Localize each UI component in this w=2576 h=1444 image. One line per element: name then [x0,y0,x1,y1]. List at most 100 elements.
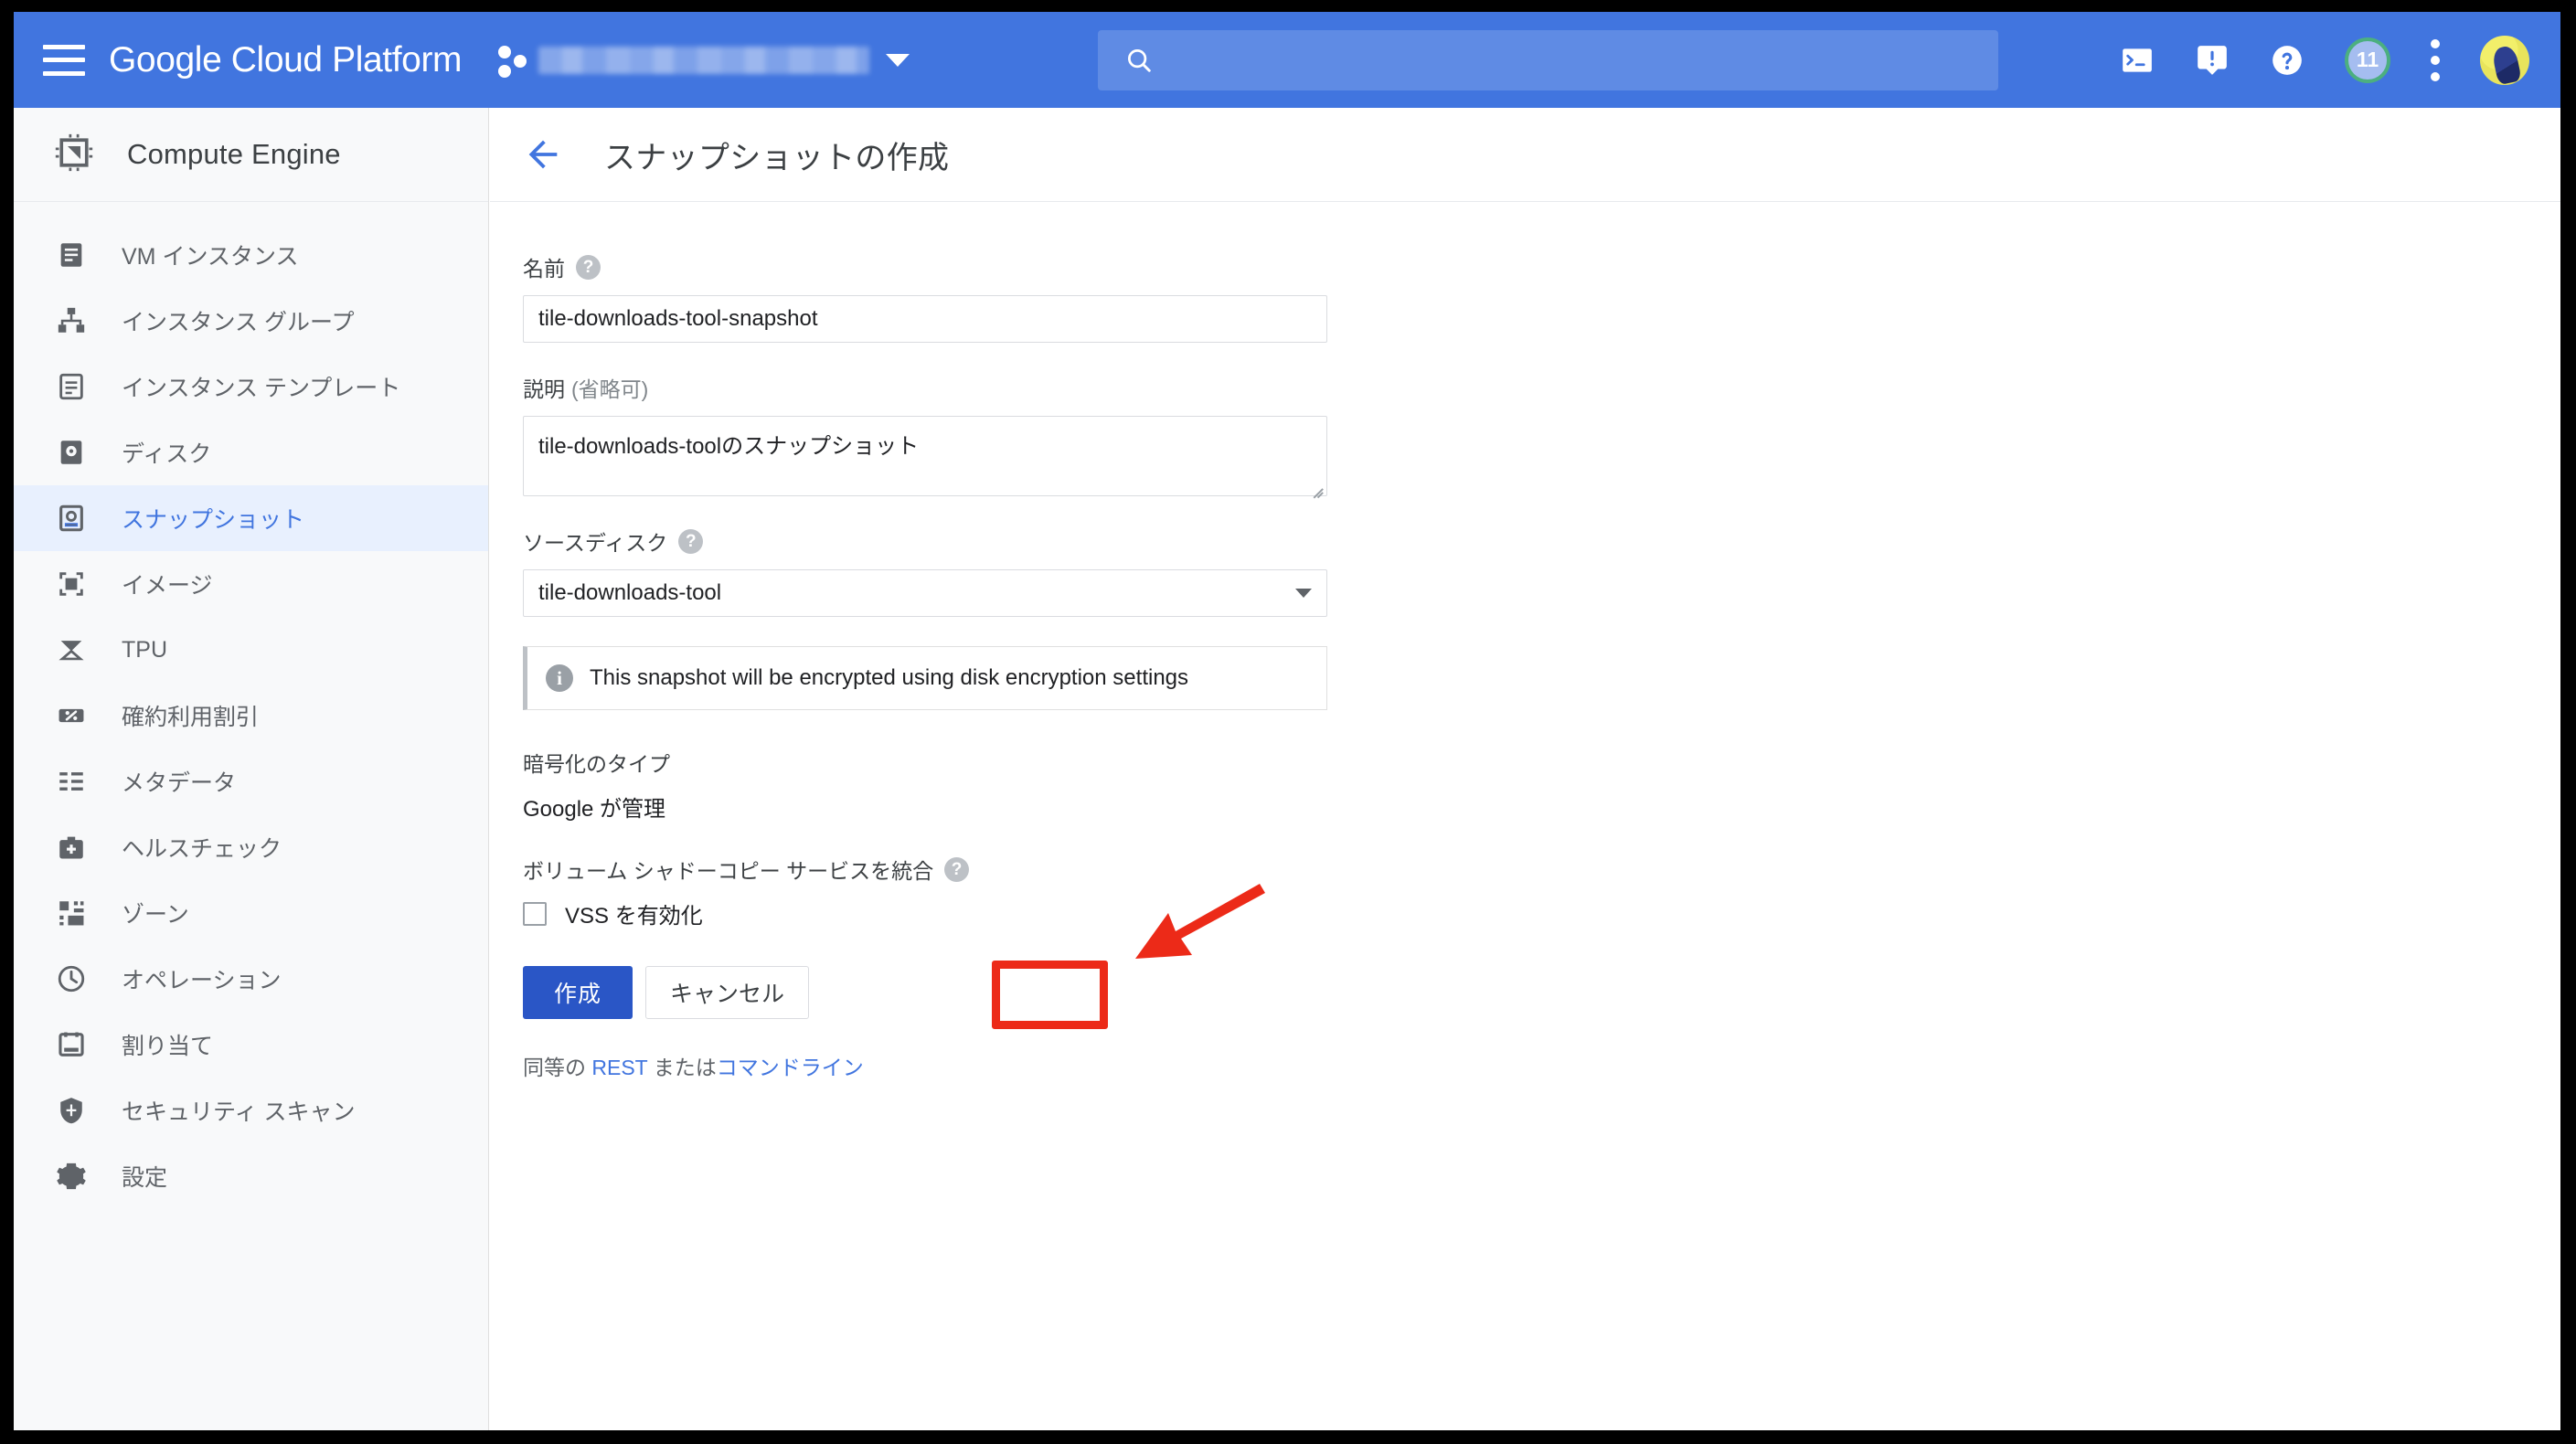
name-label-row: 名前 ? [523,251,1313,282]
sidebar-item-label: 設定 [122,1165,168,1191]
feedback-icon[interactable] [2195,43,2230,78]
sidebar-item-10[interactable]: ヘルスチェック [14,814,488,880]
chevron-down-icon [886,53,910,67]
zone-icon [56,897,87,929]
sidebar-item-5[interactable]: スナップショット [14,485,488,551]
description-textarea-wrap [523,416,1327,498]
source-disk-select[interactable]: tile-downloads-tool [523,569,1327,617]
sidebar-item-7[interactable]: TPU [14,617,488,683]
vss-checkbox-row[interactable]: VSS を有効化 [523,897,1313,929]
more-vert-icon[interactable] [2431,38,2440,81]
sidebar-item-15[interactable]: 設定 [14,1143,488,1209]
form-actions: 作成 キャンセル [523,966,810,1019]
sidebar-nav-list: VM インスタンスインスタンス グループインスタンス テンプレートディスクスナッ… [14,202,488,1209]
description-label-row: 説明 (省略可) [523,372,1313,403]
vss-group-label: ボリューム シャドーコピー サービスを統合 [523,859,934,883]
instance-template-icon [56,371,87,402]
help-circle-icon[interactable]: ? [678,528,704,554]
clock-operations-icon [56,963,87,994]
sidebar-item-3[interactable]: インスタンス テンプレート [14,354,488,419]
snapshot-description-textarea[interactable] [523,416,1327,496]
equivalent-links-row: 同等の REST またはコマンドライン [523,1050,1313,1081]
project-name-redacted [538,46,870,74]
help-circle-icon[interactable]: ? [576,254,601,280]
sidebar-item-label: TPU [122,636,167,663]
equivalent-prefix: 同等の [523,1056,592,1079]
snapshot-icon [56,503,87,534]
quota-icon [56,1029,87,1060]
encryption-type-label: 暗号化のタイプ [523,752,670,776]
sidebar-item-label: メタデータ [122,770,237,796]
sidebar-item-13[interactable]: 割り当て [14,1012,488,1078]
notifications-badge[interactable]: 11 [2345,37,2390,83]
search-bar[interactable] [1098,30,1998,90]
metadata-list-icon [56,766,87,797]
commandline-link[interactable]: コマンドライン [717,1056,864,1079]
help-circle-icon[interactable]: ? [944,856,970,882]
sidebar-item-label: スナップショット [122,507,305,533]
sidebar-item-9[interactable]: メタデータ [14,749,488,814]
sidebar-item-2[interactable]: インスタンス グループ [14,288,488,354]
gear-icon [56,1161,87,1192]
search-input[interactable] [1173,46,1915,75]
shield-security-icon [56,1095,87,1126]
image-icon [56,568,87,600]
sidebar-item-label: インスタンス テンプレート [122,376,401,401]
sidebar-item-label: ゾーン [122,902,189,928]
sidebar-item-14[interactable]: セキュリティ スキャン [14,1078,488,1143]
vm-instance-icon [56,239,87,271]
source-disk-field-group: ソースディスク ? tile-downloads-tool [523,526,1327,617]
vss-checkbox[interactable] [523,901,547,926]
cloud-shell-icon[interactable] [2120,43,2155,78]
sidebar-item-label: 割り当て [122,1034,214,1059]
name-field-group: 名前 ? [523,251,1327,343]
user-avatar[interactable] [2480,35,2529,85]
snapshot-name-input[interactable] [523,295,1327,343]
create-button[interactable]: 作成 [523,966,633,1019]
top-app-bar: Google Cloud Platform 11 [14,12,2560,108]
sidebar-item-label: セキュリティ スキャン [122,1099,356,1125]
page-title: スナップショットの作成 [604,140,950,175]
sidebar-item-11[interactable]: ゾーン [14,880,488,946]
source-disk-label-row: ソースディスク ? [523,526,1313,557]
percent-discount-icon [56,700,87,731]
rest-link[interactable]: REST [591,1056,647,1079]
sidebar-item-6[interactable]: イメージ [14,551,488,617]
action-button-row: 作成 キャンセル [523,966,810,1019]
page-header: スナップショットの作成 [490,108,2560,202]
product-title: Compute Engine [127,138,341,170]
sidebar-item-4[interactable]: ディスク [14,419,488,485]
sidebar-item-label: インスタンス グループ [122,310,355,335]
sidebar-item-12[interactable]: オペレーション [14,946,488,1012]
product-header[interactable]: Compute Engine [14,108,488,202]
project-dots-icon [498,41,529,80]
vss-group-label-row: ボリューム シャドーコピー サービスを統合 ? [523,854,1313,885]
project-selector[interactable] [498,32,910,89]
back-arrow-icon[interactable] [522,133,564,175]
sidebar-item-label: 確約利用割引 [122,705,260,730]
vss-group: ボリューム シャドーコピー サービスを統合 ? VSS を有効化 [523,854,1313,929]
hamburger-menu-icon[interactable] [43,44,85,76]
sidebar-item-1[interactable]: VM インスタンス [14,222,488,288]
help-icon[interactable] [2270,43,2305,78]
browser-viewport: Google Cloud Platform 11 Compute Engine … [14,12,2560,1430]
encryption-info-box: i This snapshot will be encrypted using … [523,646,1327,710]
tpu-icon [56,634,87,665]
equivalent-middle: または [647,1056,717,1079]
name-label: 名前 [523,257,565,281]
sidebar-item-8[interactable]: 確約利用割引 [14,683,488,749]
source-disk-label: ソースディスク [523,531,668,555]
topbar-actions: 11 [2120,12,2529,108]
brand-title: Google Cloud Platform [109,39,463,80]
health-check-icon [56,832,87,863]
vss-checkbox-label: VSS を有効化 [565,904,703,929]
sidebar: Compute Engine VM インスタンスインスタンス グループインスタン… [14,108,489,1430]
description-field-group: 説明 (省略可) [523,372,1327,498]
cancel-button[interactable]: キャンセル [645,966,810,1019]
encryption-type-value: Google が管理 [523,797,666,822]
encryption-info-message: This snapshot will be encrypted using di… [590,665,1189,690]
instance-group-icon [56,305,87,336]
notifications-count: 11 [2356,48,2379,71]
main-content: スナップショットの作成 名前 ? 説明 (省略可) [490,108,2560,1430]
chevron-down-icon [1295,589,1312,598]
